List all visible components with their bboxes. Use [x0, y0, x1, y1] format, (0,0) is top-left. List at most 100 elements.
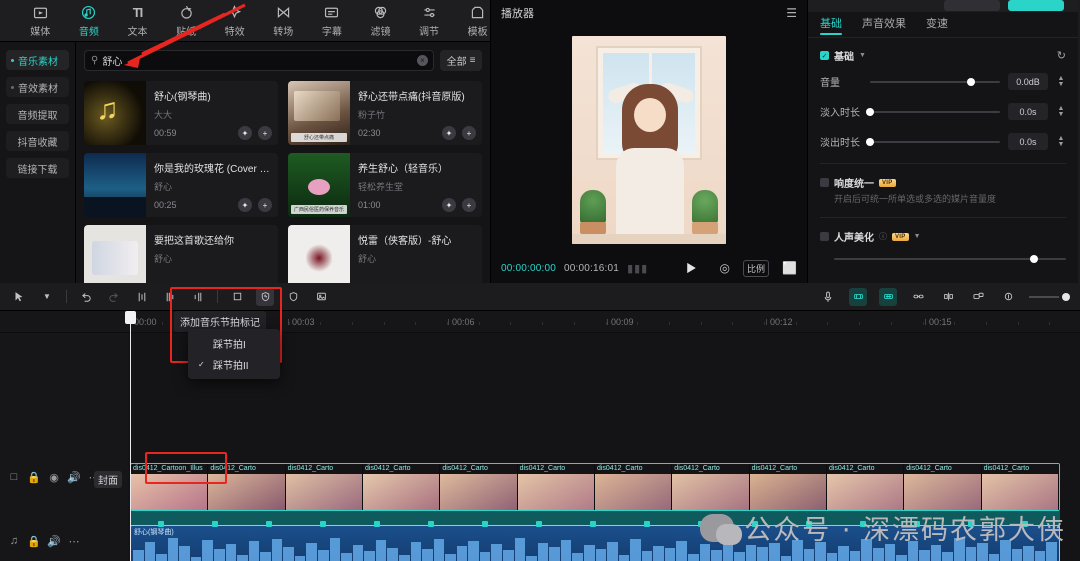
snap-a-tool[interactable]: [849, 287, 867, 306]
add-icon[interactable]: +: [462, 198, 476, 212]
reset-icon[interactable]: ↻: [1057, 49, 1066, 62]
zoom-knob[interactable]: [1062, 292, 1070, 301]
property-slider[interactable]: [866, 106, 1000, 118]
favorite-star-icon[interactable]: ✦: [442, 198, 456, 212]
beat-marker[interactable]: [320, 521, 326, 527]
export-button[interactable]: [1008, 0, 1064, 11]
list-icon[interactable]: ☰: [786, 6, 797, 20]
lock-icon[interactable]: 🔒: [27, 535, 41, 548]
mirror-split-tool[interactable]: [939, 288, 957, 306]
split-tool[interactable]: [133, 288, 151, 306]
tab-template[interactable]: 模板: [465, 3, 490, 38]
music-item[interactable]: 舒心(钢琴曲)大大00:59✦+: [84, 81, 278, 145]
sidebar-item-3[interactable]: 抖音收藏: [6, 131, 69, 151]
select-dropdown[interactable]: ▼: [38, 288, 56, 306]
beautify-checkbox[interactable]: [820, 232, 829, 241]
tab-adjust[interactable]: 调节: [417, 3, 442, 38]
music-item[interactable]: 广西民俗医药保养音乐 养生舒心（轻音乐） 轻松养生堂 01:00 ✦ +: [288, 153, 482, 217]
chevron-down-icon-2[interactable]: ▼: [914, 233, 921, 240]
tab-effects[interactable]: 特效: [222, 3, 247, 38]
record-tool[interactable]: [819, 288, 837, 306]
property-stepper[interactable]: ▲ ▼: [1056, 135, 1066, 148]
mirror-tool[interactable]: [284, 288, 302, 306]
video-clip[interactable]: dis0412_Carto: [981, 464, 1059, 510]
property-slider[interactable]: [866, 136, 1000, 148]
freeze-tool[interactable]: [312, 288, 330, 306]
redo-tool[interactable]: [105, 288, 123, 306]
secondary-action-button[interactable]: [944, 0, 1000, 11]
trim-right-tool[interactable]: [189, 288, 207, 306]
favorite-star-icon[interactable]: ✦: [442, 126, 456, 140]
menu-item[interactable]: 踩节拍I: [188, 333, 280, 354]
link-tool[interactable]: [909, 288, 927, 306]
video-clip[interactable]: dis0412_Carto: [440, 464, 518, 510]
property-slider[interactable]: [870, 76, 1000, 88]
favorite-star-icon[interactable]: ✦: [238, 198, 252, 212]
video-clip[interactable]: dis0412_Carto: [594, 464, 673, 510]
ratio-button[interactable]: 比例: [743, 259, 770, 277]
slider-knob[interactable]: [866, 107, 874, 116]
tab-caption[interactable]: 字幕: [320, 3, 345, 38]
slider-knob[interactable]: [967, 77, 976, 86]
video-clip[interactable]: dis0412_Carto: [826, 464, 905, 510]
video-clip-group[interactable]: dis0412_Cartoon_Illus dis0412_Carto dis041…: [130, 463, 1060, 511]
volume-icon[interactable]: 🔊: [47, 535, 61, 548]
video-clip[interactable]: dis0412_Carto: [362, 464, 441, 510]
music-item[interactable]: 要把这首歌还给你 舒心: [84, 225, 278, 283]
slider-knob[interactable]: [866, 137, 874, 146]
sidebar-item-4[interactable]: 链接下载: [6, 158, 69, 178]
video-clip[interactable]: dis0412_Carto: [749, 464, 827, 510]
property-value[interactable]: 0.0dB: [1008, 73, 1048, 90]
filter-button[interactable]: 全部 ≡: [440, 50, 482, 71]
add-icon[interactable]: +: [462, 126, 476, 140]
property-stepper[interactable]: ▲ ▼: [1056, 105, 1066, 118]
beat-marker[interactable]: [590, 521, 596, 527]
video-clip[interactable]: dis0412_Carto: [208, 464, 286, 510]
sidebar-item-0[interactable]: 音乐素材: [6, 50, 69, 70]
loudness-checkbox[interactable]: [820, 178, 829, 187]
beat-marker[interactable]: [482, 521, 488, 527]
property-value[interactable]: 0.0s: [1008, 133, 1048, 150]
playhead[interactable]: [125, 311, 136, 561]
beat-marker[interactable]: [212, 521, 218, 527]
beautify-slider[interactable]: [834, 253, 1066, 265]
info-icon[interactable]: ⓘ: [879, 231, 887, 242]
basic-checkbox[interactable]: ✓: [820, 51, 829, 60]
tab-audio[interactable]: 音频: [77, 3, 102, 38]
fullscreen-icon[interactable]: ⬜: [782, 261, 797, 275]
prop-tab[interactable]: 声音效果: [862, 15, 906, 35]
lock-icon[interactable]: 🔒: [27, 471, 41, 484]
timeline-ruler[interactable]: 00:00 00:03 00:06 00:09 00:12 00:15: [0, 311, 1080, 333]
preview-tool[interactable]: [969, 288, 987, 306]
prop-tab[interactable]: 基础: [820, 15, 842, 35]
music-icon[interactable]: ♫: [8, 535, 20, 547]
tab-transition[interactable]: 转场: [271, 3, 296, 38]
slider-knob[interactable]: [1029, 255, 1038, 263]
zoom-fit-tool[interactable]: [999, 288, 1017, 306]
zoom-slider[interactable]: [1029, 292, 1070, 301]
video-clip[interactable]: dis0412_Carto: [672, 464, 750, 510]
add-icon[interactable]: +: [258, 126, 272, 140]
video-clip[interactable]: dis0412_Cartoon_Illus: [131, 464, 209, 510]
eye-icon[interactable]: ◉: [48, 471, 60, 484]
tab-sticker[interactable]: 贴纸: [174, 3, 199, 38]
chevron-down-icon[interactable]: ▼: [859, 52, 866, 59]
playhead-handle[interactable]: [125, 311, 136, 324]
music-item[interactable]: 你是我的玫瑰花 (Cover 庞龙) 舒心 00:25 ✦ +: [84, 153, 278, 217]
sidebar-item-1[interactable]: 音效素材: [6, 77, 69, 97]
tab-text[interactable]: TI 文本: [125, 3, 150, 39]
volume-icon[interactable]: 🔊: [67, 471, 81, 484]
sidebar-item-2[interactable]: 音频提取: [6, 104, 69, 124]
favorite-star-icon[interactable]: ✦: [238, 126, 252, 140]
search-clear-button[interactable]: ×: [417, 55, 428, 66]
beat-marker[interactable]: [266, 521, 272, 527]
beat-marker[interactable]: [644, 521, 650, 527]
property-stepper[interactable]: ▲ ▼: [1056, 75, 1066, 88]
music-item[interactable]: 悦雷（侠客版）-舒心 舒心: [288, 225, 482, 283]
beat-marker[interactable]: [374, 521, 380, 527]
menu-item[interactable]: ✓ 踩节拍II: [188, 354, 280, 375]
beat-marker[interactable]: [428, 521, 434, 527]
beat-marker[interactable]: [536, 521, 542, 527]
more-icon[interactable]: ⋯: [68, 535, 80, 548]
video-clip[interactable]: dis0412_Carto: [904, 464, 982, 510]
